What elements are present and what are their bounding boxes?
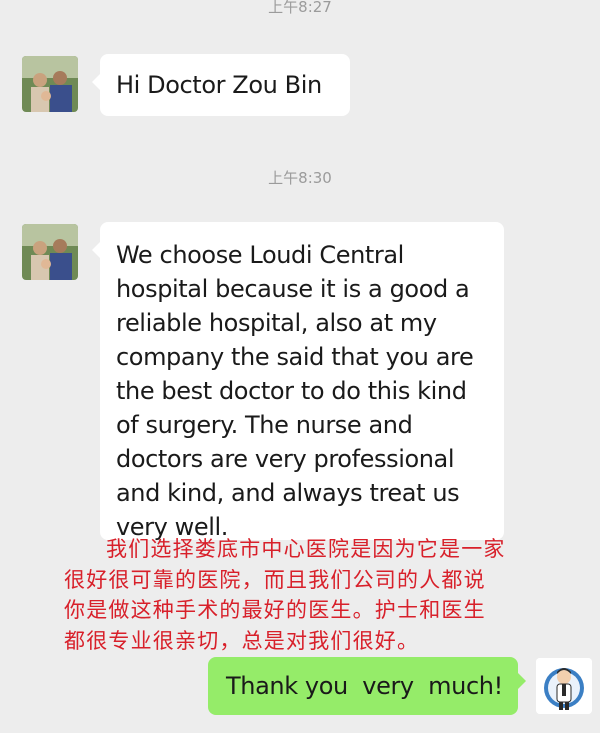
message-line: reliable hospital, also at my (116, 309, 437, 337)
translation-line: 很好很可靠的医院，而且我们公司的人都说 (64, 567, 486, 592)
timestamp: 上午8:27 (268, 0, 332, 16)
translation-line: 你是做这种手术的最好的医生。护士和医生 (64, 598, 486, 622)
message-line: company the said that you are (116, 343, 474, 371)
contact-avatar[interactable] (22, 224, 78, 280)
self-avatar[interactable] (536, 658, 592, 714)
message-line: the best doctor to do this kind (116, 377, 467, 405)
family-photo-avatar-icon (22, 224, 78, 280)
message-bubble-outgoing[interactable]: Thank you very much! (208, 657, 526, 715)
message-text: Hi Doctor Zou Bin (116, 71, 322, 99)
doctor-cartoon-avatar-icon (536, 658, 592, 714)
family-photo-avatar-icon (22, 56, 78, 112)
message-bubble[interactable]: Hi Doctor Zou Bin (92, 54, 350, 116)
message-line: We choose Loudi Central (116, 241, 404, 269)
contact-avatar[interactable] (22, 56, 78, 112)
message-text: We choose Loudi Central hospital because… (116, 238, 474, 544)
timestamp: 上午8:30 (268, 169, 332, 187)
message-line: and kind, and always treat us (116, 479, 460, 507)
message-line: hospital because it is a good a (116, 275, 470, 303)
translation-overlay: 我们选择娄底市中心医院是因为它是一家 很好很可靠的医院，而且我们公司的人都说 你… (64, 534, 564, 656)
translation-line: 都很专业很亲切，总是对我们很好。 (64, 628, 420, 653)
translation-line: 我们选择娄底市中心医院是因为它是一家 (106, 537, 506, 561)
message-text: Thank you very much! (226, 672, 503, 700)
message-bubble[interactable]: We choose Loudi Central hospital because… (92, 222, 504, 541)
message-line: doctors are very professional (116, 445, 455, 473)
message-line: of surgery. The nurse and (116, 411, 413, 439)
